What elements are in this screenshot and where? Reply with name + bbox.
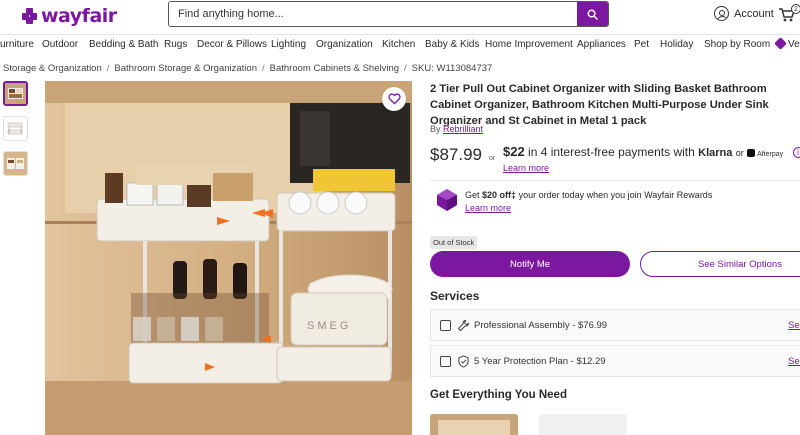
- cart-count-badge: 2: [791, 4, 800, 14]
- recommendation-card[interactable]: [430, 414, 518, 435]
- nav-item-verified-label: Ver: [788, 39, 800, 50]
- rewards-learn-more-link[interactable]: Learn more: [465, 203, 511, 213]
- breadcrumb: Storage & Organization / Bathroom Storage …: [3, 63, 493, 74]
- account-icon: [714, 6, 729, 21]
- search-bar: [168, 1, 609, 27]
- breadcrumb-item[interactable]: Bathroom Storage & Organization: [114, 63, 257, 74]
- notify-me-button[interactable]: Notify Me: [430, 251, 630, 277]
- category-nav: urniture Outdoor Bedding & Bath Rugs Dec…: [0, 34, 800, 54]
- installment-learn-more-link[interactable]: Learn more: [503, 163, 549, 173]
- nav-item-furniture[interactable]: urniture: [0, 39, 34, 50]
- search-icon: [587, 9, 598, 20]
- nav-item-shop-by-room[interactable]: Shop by Room: [704, 39, 770, 50]
- sku-label: SKU: W113084737: [411, 63, 493, 74]
- nav-item-verified[interactable]: Ver: [774, 37, 800, 50]
- account-link[interactable]: Account: [714, 6, 774, 21]
- nav-item-home-improvement[interactable]: Home Improvement: [485, 39, 573, 50]
- brand-link[interactable]: Rebrilliant: [443, 124, 483, 134]
- thumbnail-2[interactable]: [3, 116, 28, 141]
- breadcrumb-item[interactable]: Bathroom Cabinets & Shelving: [270, 63, 399, 74]
- svg-text:SMEG: SMEG: [307, 320, 351, 332]
- product-photo: SMEG: [45, 81, 412, 435]
- nav-item-lighting[interactable]: Lighting: [271, 39, 306, 50]
- wrench-icon: [457, 319, 470, 332]
- klarna-logo: Klarna: [698, 147, 733, 159]
- nav-item-baby-kids[interactable]: Baby & Kids: [425, 39, 479, 50]
- service-label: Professional Assembly - $76.99: [474, 320, 608, 331]
- product-title: 2 Tier Pull Out Cabinet Organizer with S…: [430, 83, 769, 127]
- assembly-checkbox[interactable]: [440, 320, 451, 331]
- nav-item-holiday[interactable]: Holiday: [660, 39, 693, 50]
- nav-item-appliances[interactable]: Appliances: [577, 39, 626, 50]
- price: $87.99: [430, 145, 482, 164]
- rewards-promo: Get $20 off‡ your order today when you j…: [465, 190, 713, 200]
- nav-item-kitchen[interactable]: Kitchen: [382, 39, 415, 50]
- see-similar-options-button[interactable]: See Similar Options: [640, 251, 800, 277]
- nav-item-organization[interactable]: Organization: [316, 39, 373, 50]
- nav-item-bedding-bath[interactable]: Bedding & Bath: [89, 39, 159, 50]
- wayfair-logo[interactable]: wayfair: [22, 5, 117, 27]
- installment-offer: $22 in 4 interest-free payments with Kla…: [503, 144, 800, 159]
- nav-item-pet[interactable]: Pet: [634, 39, 649, 50]
- rewards-gem-icon: [437, 189, 457, 211]
- divider: [430, 180, 800, 181]
- search-button[interactable]: [577, 2, 608, 26]
- favorite-button[interactable]: [382, 87, 406, 111]
- info-icon[interactable]: i: [792, 147, 800, 158]
- nav-item-rugs[interactable]: Rugs: [164, 39, 187, 50]
- service-option-protection[interactable]: 5 Year Protection Plan - $12.29 See: [430, 345, 800, 377]
- brand-byline: By Rebrilliant: [430, 124, 484, 134]
- thumbnail-1[interactable]: [3, 81, 28, 106]
- logo-text: wayfair: [41, 5, 117, 27]
- verified-badge-icon: [774, 37, 787, 50]
- site-header: wayfair Account 2: [0, 0, 800, 32]
- or-label: or: [489, 155, 496, 162]
- account-label: Account: [734, 7, 774, 20]
- afterpay-logo: Afterpay: [747, 149, 783, 158]
- recommendation-card[interactable]: [539, 414, 627, 435]
- service-option-assembly[interactable]: Professional Assembly - $76.99 See: [430, 309, 800, 341]
- service-label: 5 Year Protection Plan - $12.29: [474, 356, 606, 367]
- product-main-image[interactable]: SMEG: [45, 81, 412, 435]
- services-heading: Services: [430, 289, 480, 303]
- search-input[interactable]: [169, 2, 577, 26]
- heart-icon: [387, 93, 401, 105]
- nav-item-outdoor[interactable]: Outdoor: [42, 39, 78, 50]
- nav-item-decor-pillows[interactable]: Decor & Pillows: [197, 39, 267, 50]
- installment-amount: $22: [503, 144, 525, 159]
- logo-icon: [22, 8, 38, 24]
- installment-text: in 4 interest-free payments with: [528, 145, 695, 159]
- thumbnail-3[interactable]: [3, 151, 28, 176]
- image-thumbnails: [3, 81, 28, 186]
- get-everything-heading: Get Everything You Need: [430, 389, 567, 401]
- service-see-link[interactable]: See: [788, 320, 800, 331]
- stock-status-badge: Out of Stock: [430, 236, 478, 249]
- cart-button[interactable]: 2: [778, 4, 800, 25]
- breadcrumb-item[interactable]: Storage & Organization: [3, 63, 102, 74]
- protection-checkbox[interactable]: [440, 356, 451, 367]
- service-see-link[interactable]: See: [788, 356, 800, 367]
- shield-icon: [458, 355, 469, 368]
